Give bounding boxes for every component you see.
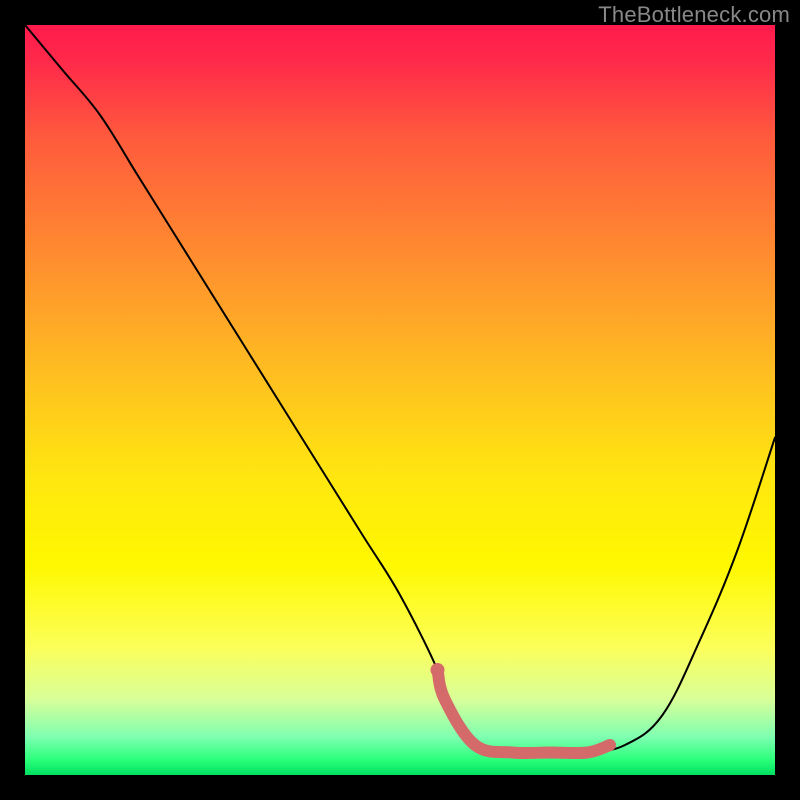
highlight-dot (431, 663, 445, 677)
chart-area (25, 25, 775, 775)
chart-svg (25, 25, 775, 775)
watermark-text: TheBottleneck.com (598, 2, 790, 28)
bottleneck-curve (25, 25, 775, 753)
highlight-segment (438, 670, 611, 753)
